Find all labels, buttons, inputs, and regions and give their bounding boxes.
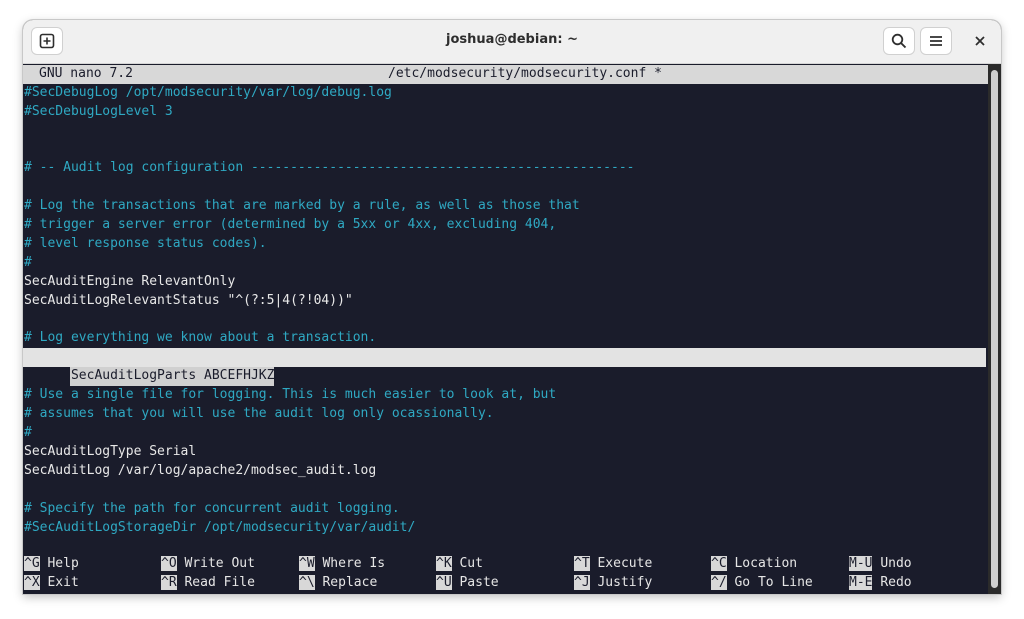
shortcut-where-is[interactable]: ^W Where Is: [299, 555, 385, 574]
editor-line: # -- Audit log configuration -----------…: [24, 160, 635, 175]
editor-line: # Use a single file for logging. This is…: [24, 387, 557, 402]
shortcut-label: Cut: [459, 556, 483, 571]
shortcut-label: Execute: [597, 556, 653, 571]
editor-line: # Log everything we know about a transac…: [24, 330, 377, 345]
shortcut-label: Exit: [47, 575, 79, 590]
shortcut-undo[interactable]: M-U Undo: [849, 555, 912, 574]
shortcut-key: ^K: [436, 556, 452, 571]
terminal-window: joshua@debian: ~ GNU nano 7.2 /etc/modse…: [23, 20, 1001, 594]
editor-line: #SecAuditLogStorageDir /opt/modsecurity/…: [24, 520, 416, 535]
shortcut-read-file[interactable]: ^R Read File: [161, 574, 255, 593]
shortcut-key: ^R: [161, 575, 177, 590]
nano-header: GNU nano 7.2 /etc/modsecurity/modsecurit…: [23, 65, 988, 84]
editor-line: #SecDebugLog /opt/modsecurity/var/log/de…: [24, 85, 392, 100]
search-icon: [891, 33, 907, 49]
scrollbar-thumb[interactable]: [991, 70, 998, 588]
shortcut-go-to-line[interactable]: ^/ Go To Line: [711, 574, 813, 593]
editor-line: #: [24, 255, 32, 270]
shortcut-key: ^T: [574, 556, 590, 571]
shortcut-location[interactable]: ^C Location: [711, 555, 797, 574]
shortcut-label: Justify: [597, 575, 653, 590]
editor-line: # Log the transactions that are marked b…: [24, 198, 580, 213]
shortcut-label: Read File: [184, 575, 255, 590]
editor-line: # assumes that you will use the audit lo…: [24, 406, 494, 421]
shortcut-label: Write Out: [184, 556, 255, 571]
close-icon: [975, 36, 985, 46]
nano-filename: /etc/modsecurity/modsecurity.conf *: [388, 66, 662, 81]
shortcut-execute[interactable]: ^T Execute: [574, 555, 652, 574]
editor-line: SecAuditLog /var/log/apache2/modsec_audi…: [24, 463, 377, 478]
shortcut-label: Go To Line: [734, 575, 813, 590]
editor-line: # level response status codes).: [24, 236, 267, 251]
shortcut-label: Undo: [880, 556, 912, 571]
shortcut-key: ^O: [161, 556, 177, 571]
shortcut-key: ^U: [436, 575, 452, 590]
shortcut-paste[interactable]: ^U Paste: [436, 574, 499, 593]
search-button[interactable]: [883, 27, 915, 55]
shortcut-replace[interactable]: ^\ Replace: [299, 574, 377, 593]
shortcut-key: ^G: [24, 556, 40, 571]
shortcut-label: Location: [734, 556, 798, 571]
editor-line: SecAuditEngine RelevantOnly: [24, 274, 236, 289]
shortcut-key: M-E: [849, 575, 873, 590]
hamburger-menu-icon: [930, 36, 942, 46]
shortcut-redo[interactable]: M-E Redo: [849, 574, 912, 593]
shortcut-label: Help: [47, 556, 79, 571]
editor-line: # trigger a server error (determined by …: [24, 217, 557, 232]
terminal-area[interactable]: GNU nano 7.2 /etc/modsecurity/modsecurit…: [23, 64, 988, 594]
shortcut-cut[interactable]: ^K Cut: [436, 555, 483, 574]
editor-line: #: [24, 425, 32, 440]
editor-line: #SecDebugLogLevel 3: [24, 104, 173, 119]
shortcut-key: ^J: [574, 575, 590, 590]
shortcut-exit[interactable]: ^X Exit: [24, 574, 79, 593]
shortcut-label: Replace: [322, 575, 378, 590]
menu-button[interactable]: [920, 27, 952, 55]
shortcut-key: M-U: [849, 556, 873, 571]
shortcut-key: ^W: [299, 556, 315, 571]
nano-version: GNU nano 7.2: [39, 66, 133, 81]
shortcut-write-out[interactable]: ^O Write Out: [161, 555, 255, 574]
shortcut-key: ^/: [711, 575, 727, 590]
shortcut-key: ^X: [24, 575, 40, 590]
title-bar: joshua@debian: ~: [23, 20, 1001, 64]
window-title: joshua@debian: ~: [446, 32, 578, 47]
shortcut-justify[interactable]: ^J Justify: [574, 574, 652, 593]
editor-line: SecAuditLogType Serial: [24, 444, 197, 459]
close-button[interactable]: [969, 30, 991, 52]
shortcut-key: ^C: [711, 556, 727, 571]
shortcut-key: ^\: [299, 575, 315, 590]
editor-line: SecAuditLogRelevantStatus "^(?:5|4(?!04)…: [24, 293, 353, 308]
shortcut-label: Where Is: [322, 556, 386, 571]
shortcut-label: Redo: [880, 575, 912, 590]
editor-line: # Specify the path for concurrent audit …: [24, 501, 400, 516]
vertical-scrollbar[interactable]: [988, 64, 1001, 594]
shortcut-label: Paste: [459, 575, 499, 590]
shortcut-help[interactable]: ^G Help: [24, 555, 79, 574]
current-line-highlight: SecAuditLogParts ABCEFHJKZ: [23, 348, 986, 386]
